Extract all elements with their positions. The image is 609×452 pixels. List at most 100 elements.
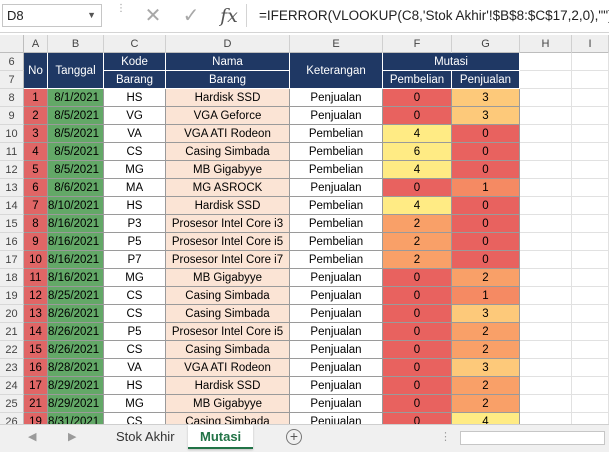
column-header-i[interactable]: I	[572, 35, 609, 53]
cell-penjualan[interactable]: 0	[452, 197, 520, 215]
cell-penjualan[interactable]: 0	[452, 233, 520, 251]
cell-no[interactable]: 17	[24, 377, 48, 395]
cell-penjualan[interactable]: 3	[452, 359, 520, 377]
cell-penjualan[interactable]: 2	[452, 323, 520, 341]
empty-cell[interactable]	[520, 143, 572, 161]
tab-mutasi[interactable]: Mutasi	[188, 425, 254, 449]
cell-pembelian[interactable]: 4	[383, 197, 452, 215]
row-header-24[interactable]: 24	[0, 377, 24, 395]
cell-no[interactable]: 15	[24, 341, 48, 359]
cell-tanggal[interactable]: 8/5/2021	[48, 161, 104, 179]
row-header-17[interactable]: 17	[0, 251, 24, 269]
formula-input[interactable]: =IFERROR(VLOOKUP(C8,'Stok Akhir'!$B$8:$C…	[246, 4, 609, 27]
empty-cell[interactable]	[572, 53, 609, 71]
cell-no[interactable]: 8	[24, 215, 48, 233]
empty-cell[interactable]	[572, 71, 609, 89]
row-header-20[interactable]: 20	[0, 305, 24, 323]
cell-pembelian[interactable]: 0	[383, 89, 452, 107]
cell-no[interactable]: 14	[24, 323, 48, 341]
cell-pembelian[interactable]: 6	[383, 143, 452, 161]
cell-no[interactable]: 12	[24, 287, 48, 305]
empty-cell[interactable]	[572, 179, 609, 197]
cell-nama[interactable]: VGA ATI Rodeon	[166, 125, 290, 143]
cell-no[interactable]: 5	[24, 161, 48, 179]
empty-cell[interactable]	[572, 323, 609, 341]
cell-nama[interactable]: MB Gigabyye	[166, 395, 290, 413]
empty-cell[interactable]	[520, 287, 572, 305]
cell-keterangan[interactable]: Penjualan	[290, 341, 383, 359]
empty-cell[interactable]	[520, 269, 572, 287]
scroll-right-icon[interactable]: ▶	[68, 430, 76, 443]
cell-nama[interactable]: Hardisk SSD	[166, 197, 290, 215]
empty-cell[interactable]	[572, 287, 609, 305]
row-header-8[interactable]: 8	[0, 89, 24, 107]
cell-pembelian[interactable]: 0	[383, 269, 452, 287]
cell-tanggal[interactable]: 8/16/2021	[48, 233, 104, 251]
cell-nama[interactable]: Prosesor Intel Core i5	[166, 233, 290, 251]
select-all-corner[interactable]	[0, 35, 24, 53]
cell-keterangan[interactable]: Pembelian	[290, 215, 383, 233]
cell-nama[interactable]: Prosesor Intel Core i5	[166, 323, 290, 341]
row-header-23[interactable]: 23	[0, 359, 24, 377]
cell-penjualan[interactable]: 0	[452, 251, 520, 269]
cell-tanggal[interactable]: 8/5/2021	[48, 107, 104, 125]
cell-kode[interactable]: VG	[104, 107, 166, 125]
cell-no[interactable]: 13	[24, 305, 48, 323]
cell-kode[interactable]: CS	[104, 143, 166, 161]
empty-cell[interactable]	[520, 197, 572, 215]
cell-keterangan[interactable]: Penjualan	[290, 323, 383, 341]
cell-tanggal[interactable]: 8/10/2021	[48, 197, 104, 215]
cell-kode[interactable]: HS	[104, 377, 166, 395]
empty-cell[interactable]	[520, 233, 572, 251]
cell-kode[interactable]: MA	[104, 179, 166, 197]
empty-cell[interactable]	[572, 233, 609, 251]
name-box[interactable]: D8 ▼	[2, 4, 102, 27]
empty-cell[interactable]	[520, 125, 572, 143]
cell-penjualan[interactable]: 2	[452, 395, 520, 413]
cell-tanggal[interactable]: 8/28/2021	[48, 359, 104, 377]
cell-keterangan[interactable]: Pembelian	[290, 143, 383, 161]
cell-kode[interactable]: P5	[104, 323, 166, 341]
cell-kode[interactable]: VA	[104, 359, 166, 377]
cell-penjualan[interactable]: 3	[452, 89, 520, 107]
empty-cell[interactable]	[520, 305, 572, 323]
function-icon[interactable]: fx	[216, 3, 242, 29]
add-sheet-icon[interactable]: +	[286, 429, 302, 445]
cell-pembelian[interactable]: 0	[383, 359, 452, 377]
cell-nama[interactable]: Casing Simbada	[166, 143, 290, 161]
cell-nama[interactable]: VGA Geforce	[166, 107, 290, 125]
cell-penjualan[interactable]: 1	[452, 179, 520, 197]
cell-penjualan[interactable]: 2	[452, 341, 520, 359]
cell-pembelian[interactable]: 4	[383, 125, 452, 143]
cell-kode[interactable]: P7	[104, 251, 166, 269]
cell-no[interactable]: 10	[24, 251, 48, 269]
cell-nama[interactable]: Casing Simbada	[166, 305, 290, 323]
cell-keterangan[interactable]: Penjualan	[290, 89, 383, 107]
cell-kode[interactable]: CS	[104, 305, 166, 323]
empty-cell[interactable]	[572, 359, 609, 377]
cell-keterangan[interactable]: Pembelian	[290, 161, 383, 179]
empty-cell[interactable]	[572, 161, 609, 179]
cell-nama[interactable]: Casing Simbada	[166, 341, 290, 359]
cell-nama[interactable]: VGA ATI Rodeon	[166, 359, 290, 377]
scroll-left-icon[interactable]: ◀	[28, 430, 36, 443]
cell-penjualan[interactable]: 0	[452, 125, 520, 143]
cell-pembelian[interactable]: 0	[383, 395, 452, 413]
cell-no[interactable]: 16	[24, 359, 48, 377]
more-options-icon[interactable]: ⋮	[440, 430, 451, 443]
cell-tanggal[interactable]: 8/5/2021	[48, 125, 104, 143]
formula-bar-splitter[interactable]: ⋮	[116, 4, 126, 26]
cell-penjualan[interactable]: 2	[452, 269, 520, 287]
cell-nama[interactable]: Hardisk SSD	[166, 377, 290, 395]
empty-cell[interactable]	[572, 197, 609, 215]
column-header-d[interactable]: D	[166, 35, 290, 53]
empty-cell[interactable]	[520, 359, 572, 377]
cell-keterangan[interactable]: Pembelian	[290, 125, 383, 143]
cell-penjualan[interactable]: 0	[452, 215, 520, 233]
cell-penjualan[interactable]: 0	[452, 161, 520, 179]
empty-cell[interactable]	[520, 179, 572, 197]
row-header-12[interactable]: 12	[0, 161, 24, 179]
empty-cell[interactable]	[572, 341, 609, 359]
row-header-16[interactable]: 16	[0, 233, 24, 251]
cell-keterangan[interactable]: Penjualan	[290, 305, 383, 323]
